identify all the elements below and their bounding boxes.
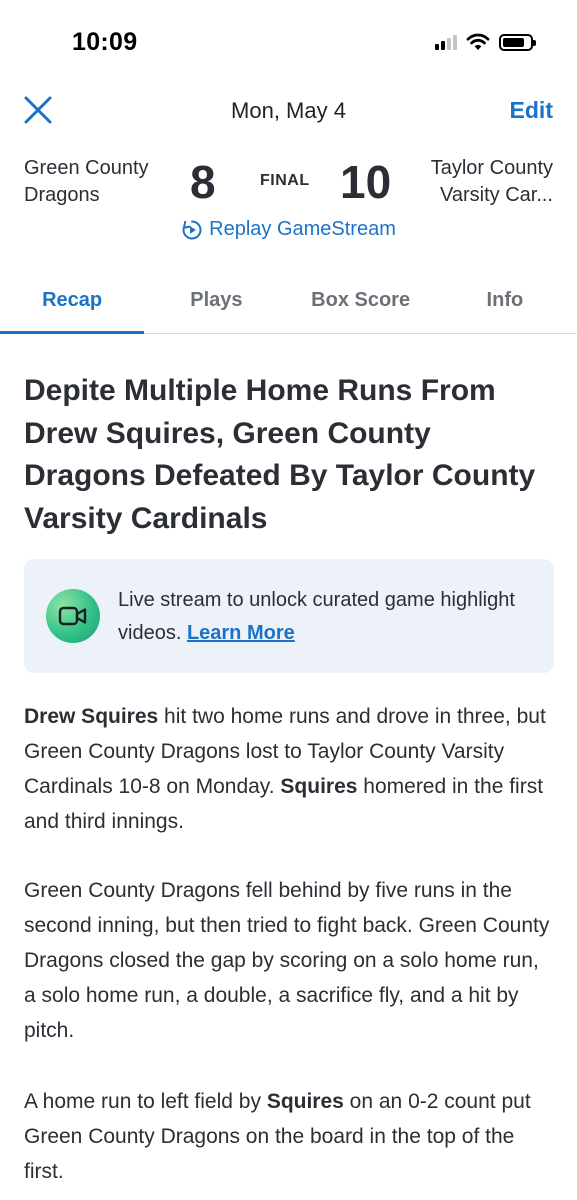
tab-plays[interactable]: Plays (144, 272, 288, 333)
cellular-signal-icon (435, 34, 457, 50)
promo-message: Live stream to unlock curated game highl… (118, 589, 515, 644)
status-icons (435, 33, 536, 51)
recap-paragraph-1: Drew Squires hit two home runs and drove… (24, 699, 554, 839)
promo-text: Live stream to unlock curated game highl… (118, 584, 538, 650)
replay-gamestream-button[interactable]: Replay GameStream (0, 218, 577, 241)
game-tabs: Recap Plays Box Score Info (0, 272, 577, 334)
away-team-name-line1: Taylor County (430, 157, 553, 179)
video-camera-icon (46, 589, 100, 643)
away-team-name: Taylor County Varsity Car... (383, 155, 553, 209)
tab-info[interactable]: Info (433, 272, 577, 333)
recap-paragraph-2: Green County Dragons fell behind by five… (24, 879, 550, 1042)
learn-more-link[interactable]: Learn More (187, 622, 295, 644)
recap-headline: Depite Multiple Home Runs From Drew Squi… (24, 374, 536, 535)
status-bar: 10:09 (0, 0, 577, 80)
home-team-score: 8 (190, 156, 216, 208)
live-stream-promo-card: Live stream to unlock curated game highl… (24, 559, 554, 673)
player-name: Squires (280, 775, 358, 798)
recap-paragraph-3: A home run to left field by Squires on a… (24, 1084, 554, 1189)
player-name: Squires (266, 1090, 344, 1113)
replay-label: Replay GameStream (209, 218, 396, 240)
tab-recap[interactable]: Recap (0, 272, 145, 334)
battery-icon (499, 33, 536, 51)
player-name: Drew Squires (24, 705, 159, 728)
tab-box-score[interactable]: Box Score (289, 272, 433, 333)
paragraph-text: A home run to left field by (24, 1090, 267, 1113)
game-date: Mon, May 4 (231, 98, 346, 123)
status-time: 10:09 (72, 28, 138, 56)
game-status: FINAL (260, 172, 310, 189)
edit-button[interactable]: Edit (510, 97, 553, 124)
replay-icon (182, 219, 202, 239)
home-team-name: Green County Dragons (24, 157, 149, 206)
wifi-icon (466, 33, 490, 50)
game-recap-screen: 10:09 Mon, May 4 Edit Green County Drago… (0, 0, 577, 1200)
away-team-name-line2: Varsity Car... (440, 184, 553, 206)
